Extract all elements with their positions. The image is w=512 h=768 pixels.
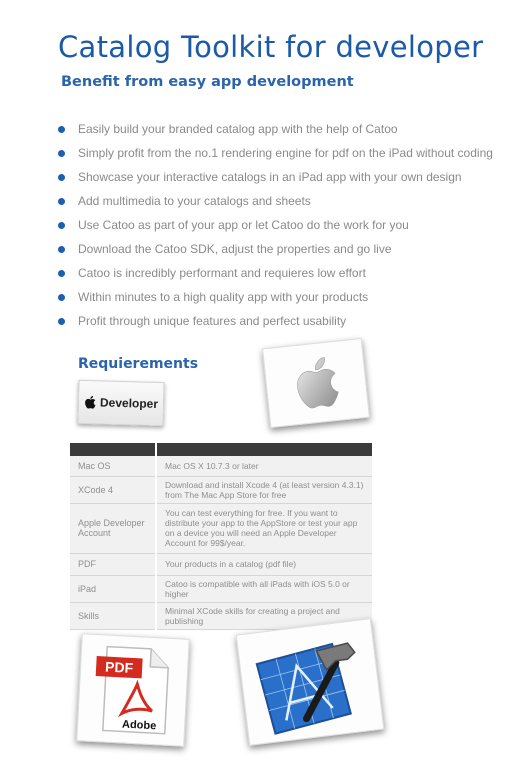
bullet-icon (58, 293, 65, 301)
table-row: Mac OS Mac OS X 10.7.3 or later (70, 456, 372, 477)
feature-item: Easily build your branded catalog app wi… (58, 117, 498, 141)
table-row: iPad Catoo is compatible with all iPads … (70, 575, 372, 603)
feature-item: Within minutes to a high quality app wit… (58, 285, 498, 309)
page-title: Catalog Toolkit for developer (58, 30, 484, 64)
requirement-key: iPad (70, 575, 157, 603)
adobe-label: Adobe (122, 718, 157, 732)
apple-logo-photo (262, 337, 370, 429)
requirement-value: Catoo is compatible with all iPads with … (156, 575, 372, 603)
pdf-file-photo: PDF Adobe (76, 633, 190, 747)
bullet-icon (58, 125, 65, 133)
bullet-icon (58, 317, 65, 325)
feature-item: Profit through unique features and perfe… (58, 309, 498, 333)
table-header-cell (70, 443, 157, 456)
requirement-value: Mac OS X 10.7.3 or later (156, 456, 372, 477)
table-row: XCode 4 Download and install Xcode 4 (at… (70, 476, 372, 504)
requirement-value: You can test everything for free. If you… (156, 503, 372, 554)
feature-text: Add multimedia to your catalogs and shee… (78, 194, 311, 208)
xcode-photo (235, 618, 385, 746)
feature-item: Catoo is incredibly performant and requi… (58, 261, 498, 285)
table-header-cell (156, 443, 372, 456)
feature-text: Catoo is incredibly performant and requi… (78, 266, 366, 280)
feature-list: Easily build your branded catalog app wi… (58, 117, 498, 333)
apple-developer-badge: Developer (77, 379, 165, 427)
requirement-key: XCode 4 (70, 476, 157, 504)
requirement-key: Apple Developer Account (70, 503, 157, 554)
requirement-key: Skills (70, 602, 157, 630)
developer-label: Developer (99, 395, 159, 411)
feature-item: Use Catoo as part of your app or let Cat… (58, 213, 498, 237)
feature-text: Profit through unique features and perfe… (78, 314, 347, 328)
requirement-value: Download and install Xcode 4 (at least v… (156, 476, 372, 504)
feature-text: Within minutes to a high quality app wit… (78, 290, 369, 304)
table-row: Apple Developer Account You can test eve… (70, 503, 372, 554)
bullet-icon (58, 173, 65, 181)
feature-text: Simply profit from the no.1 rendering en… (78, 146, 493, 160)
bullet-icon (58, 149, 65, 157)
feature-item: Simply profit from the no.1 rendering en… (58, 141, 498, 165)
feature-text: Showcase your interactive catalogs in an… (78, 170, 462, 184)
bullet-icon (58, 197, 65, 205)
table-row: PDF Your products in a catalog (pdf file… (70, 553, 372, 576)
xcode-hammer-icon (255, 642, 356, 735)
page-subtitle: Benefit from easy app development (61, 74, 354, 90)
bullet-icon (58, 269, 65, 277)
feature-item: Add multimedia to your catalogs and shee… (58, 189, 498, 213)
feature-text: Download the Catoo SDK, adjust the prope… (78, 242, 392, 256)
pdf-file-icon: PDF Adobe (95, 645, 169, 735)
requirement-key: Mac OS (70, 456, 157, 477)
feature-text: Easily build your branded catalog app wi… (78, 122, 398, 136)
bullet-icon (58, 221, 65, 229)
requirement-value: Your products in a catalog (pdf file) (156, 553, 372, 576)
feature-text: Use Catoo as part of your app or let Cat… (78, 218, 409, 232)
bullet-icon (58, 245, 65, 253)
requirement-key: PDF (70, 553, 157, 576)
feature-item: Download the Catoo SDK, adjust the prope… (58, 237, 498, 261)
feature-item: Showcase your interactive catalogs in an… (58, 165, 498, 189)
apple-logo-icon (297, 357, 339, 409)
table-header-row (70, 443, 372, 456)
requirements-table: Mac OS Mac OS X 10.7.3 or later XCode 4 … (70, 443, 372, 630)
apple-logo-icon (85, 395, 96, 409)
requirements-heading: Requierements (78, 356, 199, 372)
pdf-label: PDF (105, 659, 134, 676)
